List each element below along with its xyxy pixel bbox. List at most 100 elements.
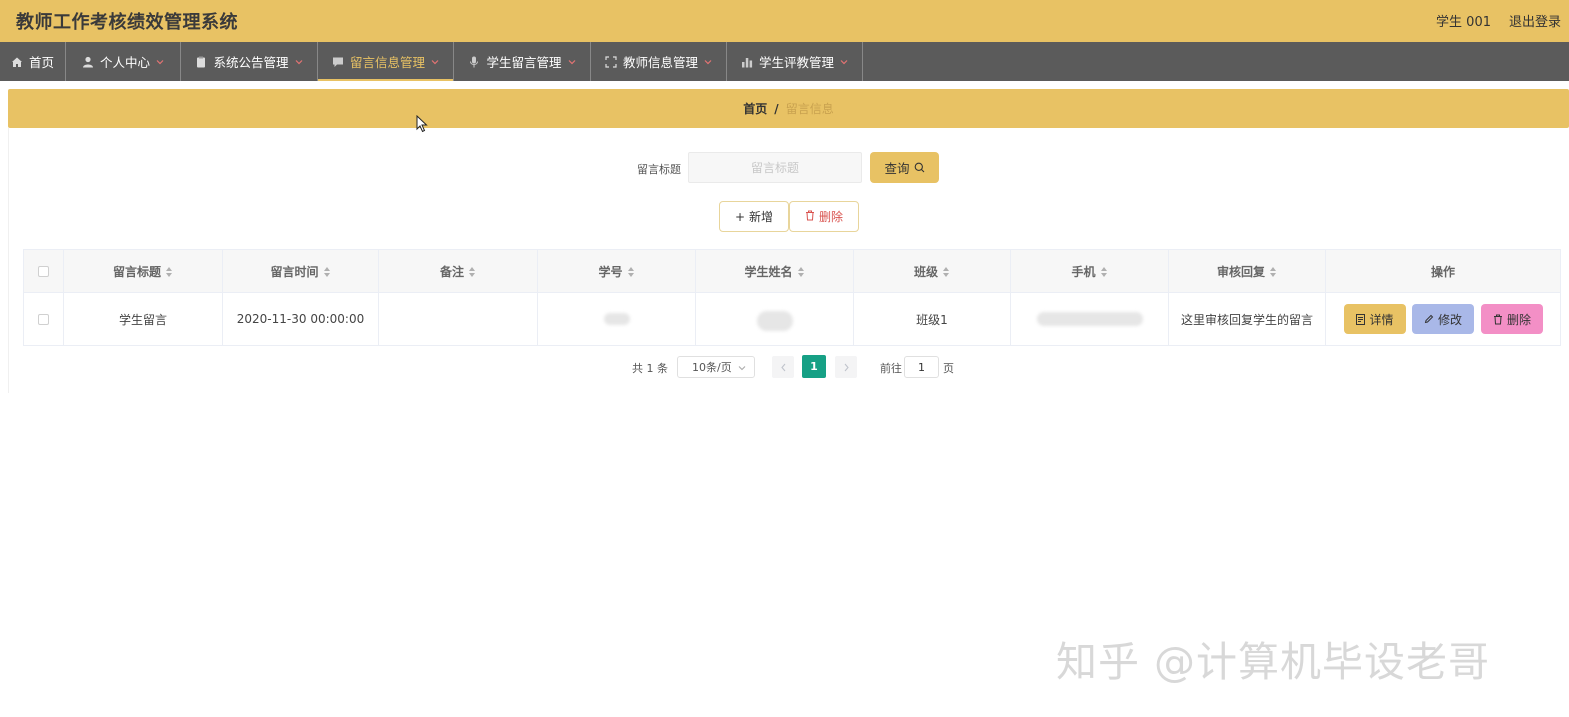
- watermark: 知乎 @计算机毕设老哥: [1056, 638, 1491, 686]
- delete-button[interactable]: 删除: [1481, 304, 1543, 334]
- pagination-total: 共 1 条: [632, 362, 668, 375]
- chevron-down-icon: [568, 59, 575, 64]
- nav-item-home[interactable]: 首页: [0, 42, 66, 81]
- add-label: 新增: [749, 210, 774, 224]
- column-header[interactable]: 班级: [854, 250, 1011, 293]
- query-label: 查询: [884, 161, 910, 176]
- edit-label: 修改: [1437, 312, 1462, 327]
- header-select-all[interactable]: [24, 250, 64, 293]
- nav-label-student-messages: 学生留言管理: [486, 55, 562, 70]
- column-header-label: 留言时间: [270, 265, 319, 279]
- row-select-cell: [24, 293, 64, 345]
- chevron-left-icon: [780, 363, 785, 371]
- nav-label-home: 首页: [28, 55, 54, 70]
- cell-class: 班级1: [854, 293, 1011, 345]
- nav-item-messages[interactable]: 留言信息管理: [318, 42, 454, 81]
- nav-label-teacher-info: 教师信息管理: [622, 55, 698, 70]
- column-header[interactable]: 学生姓名: [696, 250, 854, 293]
- redacted-value: [603, 313, 630, 325]
- cell-reply: 这里审核回复学生的留言: [1169, 293, 1326, 345]
- column-header-label: 学生姓名: [744, 265, 793, 279]
- cell-student-no: [538, 293, 696, 345]
- fullscreen-icon: [605, 55, 617, 68]
- column-header-label: 留言标题: [112, 265, 161, 279]
- plus-icon: +: [734, 209, 746, 224]
- select-all-checkbox[interactable]: [38, 266, 49, 277]
- sort-icon[interactable]: [469, 266, 476, 277]
- app-title: 教师工作考核绩效管理系统: [16, 12, 238, 33]
- cell-remark: [379, 293, 538, 345]
- edit-icon: [1424, 314, 1434, 324]
- chevron-down-icon: [156, 59, 164, 64]
- page-suffix: 页: [943, 362, 954, 375]
- sort-icon[interactable]: [1270, 266, 1277, 277]
- chevron-down-icon: [840, 59, 848, 64]
- query-button[interactable]: 查询: [870, 152, 939, 183]
- column-header[interactable]: 留言标题: [64, 250, 223, 293]
- message-table: 留言标题 留言时间 备注 学号 学生姓名 班级 手机 审核回复 操作 学生留言 …: [23, 249, 1561, 346]
- home-icon: [11, 57, 22, 67]
- document-icon: [1356, 313, 1366, 325]
- search-input[interactable]: [688, 152, 862, 183]
- prev-page-button[interactable]: [772, 356, 794, 378]
- page-size-value: 10条/页: [692, 361, 732, 374]
- sort-icon[interactable]: [166, 266, 173, 277]
- column-header[interactable]: 学号: [538, 250, 696, 293]
- breadcrumb: 首页 / 留言信息: [8, 89, 1569, 128]
- page-size-select[interactable]: 10条/页: [677, 356, 755, 378]
- user-icon: [82, 56, 93, 67]
- chevron-down-icon: [704, 59, 712, 64]
- breadcrumb-current: 留言信息: [785, 102, 834, 116]
- column-header-actions: 操作: [1326, 250, 1560, 293]
- nav-label-announcements: 系统公告管理: [213, 55, 289, 70]
- nav-item-evaluation[interactable]: 学生评教管理: [727, 42, 863, 81]
- column-header-label: 班级: [913, 265, 938, 279]
- nav-item-announcements[interactable]: 系统公告管理: [181, 42, 318, 81]
- column-header-label: 手机: [1071, 265, 1096, 279]
- sort-icon[interactable]: [627, 266, 635, 277]
- current-user: 学生 001: [1436, 15, 1491, 30]
- column-header[interactable]: 备注: [379, 250, 538, 293]
- goto-label: 前往: [880, 362, 902, 375]
- sort-icon[interactable]: [943, 266, 950, 277]
- chevron-right-icon: [844, 363, 849, 371]
- column-header-label: 学号: [598, 265, 623, 279]
- column-header-label: 操作: [1430, 265, 1455, 279]
- table-header: 留言标题 留言时间 备注 学号 学生姓名 班级 手机 审核回复 操作: [24, 250, 1560, 293]
- redacted-value: [756, 311, 793, 331]
- chevron-down-icon: [431, 59, 439, 64]
- mic-icon: [470, 56, 479, 67]
- detail-button[interactable]: 详情: [1344, 304, 1406, 334]
- page-number-current[interactable]: 1: [802, 355, 826, 378]
- column-header[interactable]: 审核回复: [1169, 250, 1326, 293]
- column-header[interactable]: 留言时间: [223, 250, 379, 293]
- batch-delete-button[interactable]: 删除: [789, 201, 859, 232]
- logout-link[interactable]: 退出登录: [1509, 11, 1561, 30]
- add-button[interactable]: + 新增: [719, 201, 789, 232]
- sort-icon[interactable]: [323, 266, 331, 277]
- cell-title: 学生留言: [64, 293, 223, 345]
- column-header[interactable]: 手机: [1011, 250, 1169, 293]
- nav-item-teacher-info[interactable]: 教师信息管理: [591, 42, 727, 81]
- app-root: 教师工作考核绩效管理系统 学生 001 退出登录 首页 个人中心 系统公告管理 …: [0, 0, 1569, 717]
- next-page-button[interactable]: [835, 356, 857, 378]
- sort-icon[interactable]: [1100, 266, 1108, 277]
- delete-row-label: 删除: [1506, 312, 1531, 327]
- column-header-label: 审核回复: [1216, 265, 1265, 279]
- row-checkbox[interactable]: [38, 313, 49, 325]
- message-icon: [332, 57, 343, 67]
- search-icon: [914, 162, 924, 173]
- delete-label: 删除: [818, 210, 843, 224]
- mouse-cursor-icon: [416, 115, 428, 133]
- nav-label-messages: 留言信息管理: [349, 55, 425, 70]
- redacted-value: [1036, 312, 1143, 326]
- sort-icon[interactable]: [797, 266, 805, 277]
- detail-label: 详情: [1369, 312, 1394, 327]
- cell-student-name: [696, 293, 854, 345]
- goto-page-input[interactable]: [904, 356, 939, 378]
- edit-button[interactable]: 修改: [1412, 304, 1474, 334]
- nav-item-student-messages[interactable]: 学生留言管理: [454, 42, 591, 81]
- nav-item-personal-center[interactable]: 个人中心: [66, 42, 181, 81]
- breadcrumb-home[interactable]: 首页: [743, 100, 767, 117]
- top-header: 教师工作考核绩效管理系统 学生 001 退出登录: [0, 0, 1569, 42]
